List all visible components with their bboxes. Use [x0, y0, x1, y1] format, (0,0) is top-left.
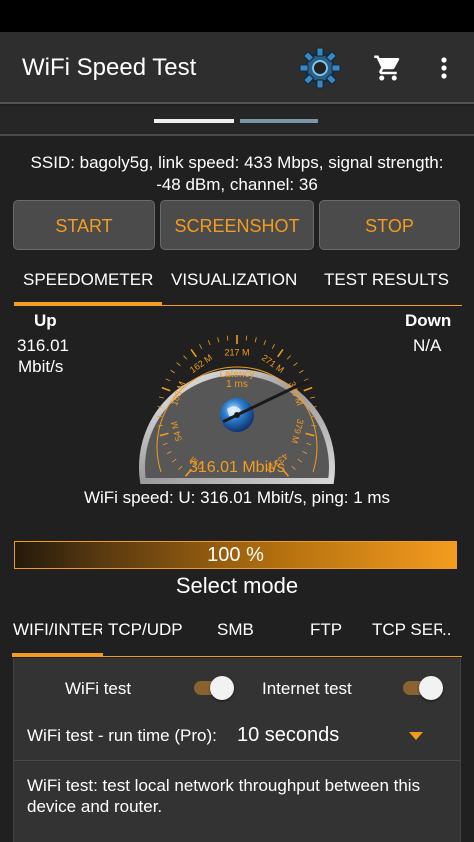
screenshot-button[interactable]: SCREENSHOT — [160, 200, 314, 250]
wifi-test-toggle-thumb — [210, 676, 234, 700]
gauge-minor-tick — [183, 355, 188, 360]
runtime-select[interactable]: 10 seconds — [237, 724, 339, 747]
gauge-major-tick — [161, 386, 171, 392]
gauge-major-tick — [303, 386, 313, 392]
gauge-minor-tick — [158, 396, 165, 399]
speed-readout: 316.01 Mbit/s — [189, 459, 285, 476]
tab-speedometer[interactable]: SPEEDOMETER — [23, 262, 153, 306]
start-button[interactable]: START — [13, 200, 155, 250]
runtime-label: WiFi test - run time (Pro): — [27, 726, 217, 745]
up-unit: Mbit/s — [18, 357, 64, 376]
dropdown-arrow-icon[interactable] — [409, 732, 423, 740]
up-value: 316.01 — [17, 336, 69, 355]
network-info-line2: -48 dBm, channel: 36 — [156, 175, 318, 194]
select-mode-title: Select mode — [175, 573, 299, 598]
gauge-minor-tick — [176, 362, 181, 367]
tab-visualization[interactable]: VISUALIZATION — [171, 262, 297, 306]
network-info-line1: SSID: bagoly5g, link speed: 433 Mbps, si… — [30, 153, 444, 172]
mode-tab-wifi-internet[interactable]: WIFI/INTER — [13, 612, 102, 648]
gauge-minor-tick — [309, 396, 316, 399]
down-label: Down — [405, 311, 452, 330]
cart-icon[interactable] — [373, 53, 403, 83]
latency-value: 1 ms — [226, 379, 248, 390]
gauge-minor-tick — [254, 337, 257, 343]
stop-button[interactable]: STOP — [319, 200, 460, 250]
gauge-minor-tick — [199, 344, 203, 349]
mode-description: WiFi test: test local network throughput… — [27, 776, 421, 816]
gauge-minor-tick — [311, 406, 317, 408]
gauge-minor-tick — [298, 369, 304, 374]
wifi-test-toggle[interactable] — [190, 676, 234, 700]
progress-bar: 100 % — [14, 541, 457, 569]
gauge-minor-tick — [207, 340, 211, 346]
tab-divider — [14, 305, 462, 306]
down-value: N/A — [413, 336, 442, 355]
gauge-major-tick — [277, 349, 284, 358]
panel-divider — [14, 760, 460, 761]
progress-text: 100 % — [207, 544, 264, 566]
speedometer-gauge: 0 M54 M108 M162 M217 M271 M325 M379 M433… — [139, 335, 335, 484]
gauge-minor-tick — [165, 378, 171, 382]
gauge-minor-tick — [263, 340, 267, 346]
gauge-major-tick — [190, 349, 197, 358]
page-indicator-active — [154, 119, 234, 123]
gauge-minor-tick — [170, 369, 176, 374]
mode-tabs: WIFI/INTER TCP/UDP SMB FTP TCP SER .. — [0, 612, 474, 656]
gauge-minor-tick — [226, 335, 229, 341]
page-indicator-inactive[interactable] — [240, 119, 318, 123]
status-bar — [0, 0, 474, 32]
up-label: Up — [34, 311, 57, 330]
gear-icon[interactable] — [298, 46, 342, 90]
gauge-tick-label: 217 M — [224, 347, 249, 357]
app-title: WiFi Speed Test — [22, 54, 197, 81]
gauge-minor-tick — [157, 406, 163, 408]
mode-tab-ellipsis: .. — [442, 620, 452, 639]
gauge-minor-tick — [271, 344, 275, 349]
needle-hub — [234, 412, 240, 418]
page-indicator — [0, 106, 474, 136]
wifi-speed-summary: WiFi speed: U: 316.01 Mbit/s, ping: 1 ms — [83, 488, 391, 507]
internet-test-toggle[interactable] — [399, 676, 443, 700]
tab-test-results[interactable]: TEST RESULTS — [324, 262, 449, 306]
network-info: SSID: bagoly5g, link speed: 433 Mbps, si… — [8, 152, 466, 196]
mode-tab-tcp-udp[interactable]: TCP/UDP — [108, 612, 183, 648]
gauge-minor-tick — [245, 335, 248, 341]
gauge-minor-tick — [286, 355, 291, 360]
wifi-test-label: WiFi test — [65, 679, 132, 698]
gauge-minor-tick — [217, 337, 220, 343]
mode-tab-divider — [12, 656, 462, 657]
internet-test-label: Internet test — [262, 679, 352, 698]
main-tabs: SPEEDOMETER VISUALIZATION TEST RESULTS — [0, 262, 474, 306]
internet-test-toggle-thumb — [419, 676, 443, 700]
gauge-minor-tick — [293, 362, 298, 367]
mode-tab-tcp-server[interactable]: TCP SER — [372, 612, 442, 648]
more-vert-icon[interactable] — [432, 53, 456, 83]
mode-tab-ftp[interactable]: FTP — [310, 612, 342, 648]
mode-tab-smb[interactable]: SMB — [217, 612, 254, 648]
